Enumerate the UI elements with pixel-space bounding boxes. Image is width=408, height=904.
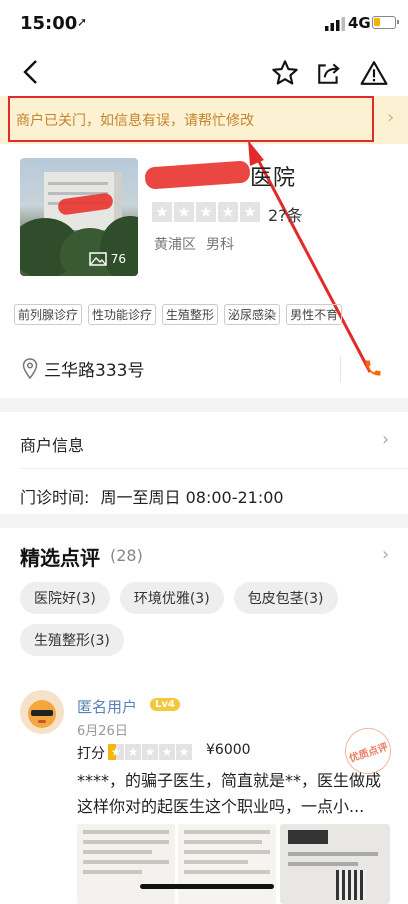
- hours-label: 门诊时间:: [20, 488, 90, 507]
- photo-count-value: 76: [110, 252, 126, 266]
- quality-review-stamp-text: 优质点评: [347, 741, 390, 765]
- review-photo[interactable]: [77, 824, 175, 904]
- review-rating-stars: ★ ★ ★ ★ ★: [108, 744, 192, 760]
- star-icon: ★: [176, 744, 192, 760]
- review-count[interactable]: 2?条: [268, 202, 303, 226]
- review-date: 6月26日: [77, 724, 128, 739]
- divider: [340, 356, 341, 382]
- service-tag: 泌尿感染: [224, 304, 281, 325]
- section-divider: [0, 514, 408, 528]
- star-icon: ★: [218, 202, 238, 222]
- merchant-info-row[interactable]: 商户信息 ›: [0, 412, 408, 468]
- star-icon: ★: [159, 744, 175, 760]
- review-text[interactable]: ****，的骗子医生，简直就是**，医生做成这样你对的起医生这个职业吗，一点小.…: [77, 768, 395, 820]
- phone-icon[interactable]: [363, 357, 383, 379]
- location-pin-icon: [22, 358, 38, 380]
- avatar[interactable]: [20, 690, 64, 734]
- chevron-right-icon: ›: [382, 429, 390, 450]
- star-icon: ★: [196, 202, 216, 222]
- reviews-title: 精选点评: [20, 546, 100, 570]
- image-icon: [88, 252, 107, 266]
- review-filter-chip[interactable]: 环境优雅(3): [119, 582, 224, 614]
- review-user-name[interactable]: 匿名用户: [77, 696, 137, 717]
- review-chip-row: 医院好(3) 环境优雅(3) 包皮包茎(3): [20, 582, 338, 614]
- home-indicator[interactable]: [140, 884, 274, 889]
- star-icon: ★: [142, 744, 158, 760]
- business-photo[interactable]: 76: [20, 158, 138, 276]
- service-tag: 前列腺诊疗: [14, 304, 83, 325]
- review-filter-chip[interactable]: 包皮包茎(3): [233, 582, 338, 614]
- star-icon: ★: [108, 744, 124, 760]
- service-tag: 生殖整形: [162, 304, 219, 325]
- category-label: 男科: [206, 237, 234, 253]
- reviews-more-chevron-icon[interactable]: ›: [382, 544, 389, 565]
- rating-label: 打分: [77, 746, 105, 762]
- business-name: 医院: [250, 166, 297, 191]
- divider: [20, 468, 408, 469]
- reviews-count: (28): [110, 546, 143, 565]
- district-label: 黄浦区: [154, 237, 196, 253]
- review-filter-chip[interactable]: 医院好(3): [20, 582, 110, 614]
- service-tag: 男性不育: [286, 304, 343, 325]
- address-text[interactable]: 三华路333号: [44, 356, 144, 381]
- star-icon: ★: [152, 202, 172, 222]
- merchant-info-label: 商户信息: [20, 436, 85, 455]
- review-filter-chip[interactable]: 生殖整形(3): [20, 624, 124, 656]
- rating-stars: ★ ★ ★ ★ ★: [152, 202, 260, 222]
- star-icon: ★: [125, 744, 141, 760]
- hours-value: 周一至周日 08:00-21:00: [100, 488, 284, 507]
- service-tag: 性功能诊疗: [88, 304, 157, 325]
- review-photo[interactable]: [178, 824, 276, 904]
- service-tags: 前列腺诊疗 性功能诊疗 生殖整形 泌尿感染 男性不育: [14, 304, 343, 325]
- star-icon: ★: [240, 202, 260, 222]
- photo-count: 76: [88, 252, 126, 266]
- star-icon: ★: [174, 202, 194, 222]
- review-price: ¥6000: [206, 742, 251, 758]
- hours-row: 门诊时间: 周一至周日 08:00-21:00: [20, 484, 284, 508]
- review-photo[interactable]: [280, 824, 390, 904]
- section-divider: [0, 398, 408, 412]
- review-chip-row: 生殖整形(3): [20, 624, 124, 656]
- user-level-badge: Lv4: [150, 698, 180, 711]
